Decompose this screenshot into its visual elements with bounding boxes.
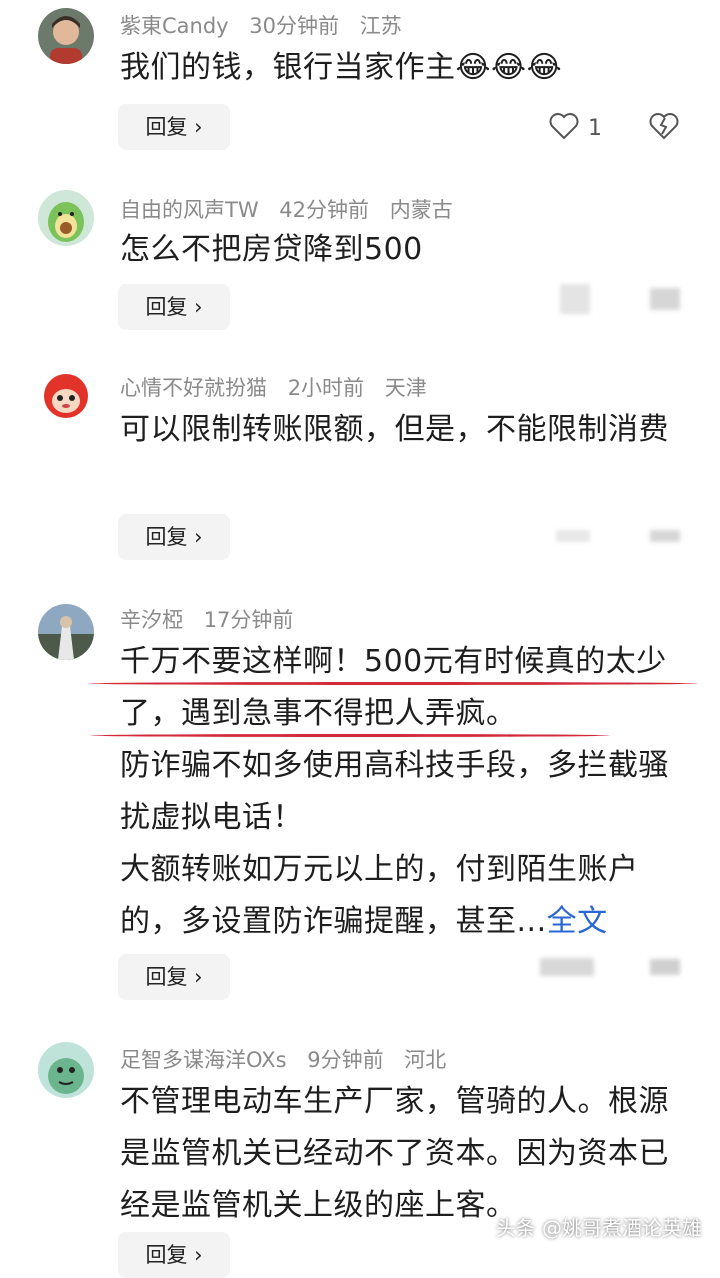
- like-icon[interactable]: [556, 530, 590, 542]
- comment-actions: [560, 284, 680, 314]
- username[interactable]: 自由的风声TW: [120, 198, 259, 222]
- timestamp: 30分钟前: [249, 14, 340, 38]
- dislike-icon[interactable]: [650, 288, 680, 310]
- comment-paragraph: 千万不要这样啊！500元有时候真的太少了，遇到急事不得把人弄疯。: [120, 644, 667, 731]
- expand-full-text-link[interactable]: 全文: [547, 904, 608, 939]
- dislike-icon[interactable]: [648, 112, 680, 144]
- comment-meta: 紫東Candy 30分钟前 江苏: [120, 10, 416, 40]
- timestamp: 42分钟前: [279, 198, 370, 222]
- like-icon[interactable]: [548, 112, 580, 144]
- comment-actions: [556, 530, 680, 542]
- laughing-emoji-icon: 😂😂😂: [455, 50, 563, 85]
- avatar[interactable]: [38, 190, 94, 246]
- avatar[interactable]: [38, 368, 94, 424]
- username[interactable]: 足智多谋海洋OXs: [120, 1048, 287, 1072]
- reply-button[interactable]: 回复 ›: [118, 954, 230, 1000]
- location: 江苏: [359, 14, 402, 38]
- watermark: 头条 @姚哥煮酒论英雄: [495, 1216, 702, 1240]
- comment-actions: 1: [548, 112, 680, 144]
- comment-text: 怎么不把房贷降到500: [120, 232, 423, 267]
- comment-text: 不管理电动车生产厂家，管骑的人。根源是监管机关已经动不了资本。因为资本已经是监管…: [120, 1084, 669, 1223]
- red-underline-annotation: [90, 734, 610, 737]
- location: 河北: [404, 1048, 447, 1072]
- comment-meta: 辛汐椏 17分钟前: [120, 604, 307, 634]
- username[interactable]: 辛汐椏: [120, 608, 183, 632]
- reply-button[interactable]: 回复 ›: [118, 1232, 230, 1278]
- avatar[interactable]: [38, 1042, 94, 1098]
- username[interactable]: 心情不好就扮猫: [120, 376, 267, 400]
- timestamp: 2小时前: [287, 376, 365, 400]
- comment-paragraph: 防诈骗不如多使用高科技手段，多拦截骚扰虚拟电话！: [120, 748, 669, 835]
- timestamp: 17分钟前: [203, 608, 294, 632]
- comment-meta: 心情不好就扮猫 2小时前 天津: [120, 372, 441, 402]
- location: 内蒙古: [389, 198, 453, 222]
- comment-meta: 足智多谋海洋OXs 9分钟前 河北: [120, 1044, 460, 1074]
- like-icon[interactable]: [560, 284, 590, 314]
- reply-button[interactable]: 回复 ›: [118, 104, 230, 150]
- comment-meta: 自由的风声TW 42分钟前 内蒙古: [120, 194, 467, 224]
- comment-text: 我们的钱，银行当家作主😂😂😂: [120, 50, 563, 85]
- comment-text: 可以限制转账限额，但是，不能限制消费: [120, 412, 669, 447]
- avatar[interactable]: [38, 8, 94, 64]
- dislike-icon[interactable]: [650, 959, 680, 975]
- red-underline-annotation: [88, 682, 698, 685]
- like-icon[interactable]: [540, 958, 594, 976]
- avatar[interactable]: [38, 604, 94, 660]
- dislike-icon[interactable]: [650, 530, 680, 542]
- timestamp: 9分钟前: [307, 1048, 384, 1072]
- reply-button[interactable]: 回复 ›: [118, 284, 230, 330]
- location: 天津: [384, 376, 427, 400]
- comment-actions: [540, 958, 680, 976]
- username[interactable]: 紫東Candy: [120, 14, 229, 38]
- like-count: 1: [588, 115, 602, 141]
- reply-button[interactable]: 回复 ›: [118, 514, 230, 560]
- comment-paragraph: 大额转账如万元以上的，付到陌生账户的，多设置防诈骗提醒，甚至...全文: [120, 852, 639, 939]
